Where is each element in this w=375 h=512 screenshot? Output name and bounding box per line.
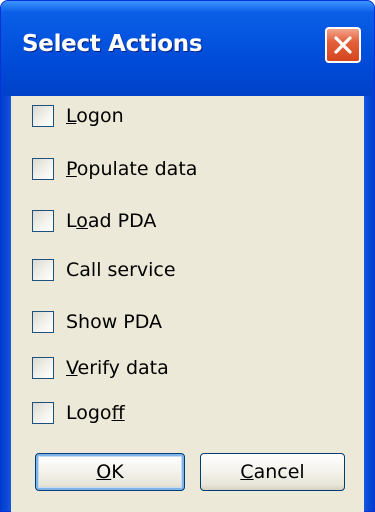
checkbox-box[interactable]	[32, 210, 54, 232]
checkbox-box[interactable]	[32, 259, 54, 281]
ok-button-label: OK	[96, 461, 124, 483]
checkbox-box[interactable]	[32, 311, 54, 333]
cancel-button[interactable]: Cancel	[200, 453, 345, 491]
checkbox-label-call-service: Call service	[66, 259, 176, 281]
cancel-button-label: Cancel	[240, 461, 305, 483]
checkbox-box[interactable]	[32, 158, 54, 180]
window-border-right	[364, 96, 374, 511]
checkbox-box[interactable]	[32, 357, 54, 379]
checkbox-label-populate-data: Populate data	[66, 158, 198, 180]
checkbox-label-logon: Logon	[66, 105, 124, 127]
checkbox-call-service[interactable]: Call service	[32, 255, 176, 285]
checkbox-label-verify-data: Verify data	[66, 357, 169, 379]
window-border-left	[1, 96, 11, 511]
checkbox-load-pda[interactable]: Load PDA	[32, 206, 156, 236]
checkbox-logoff[interactable]: Logoff	[32, 398, 125, 428]
checkbox-label-logoff: Logoff	[66, 402, 125, 424]
checkbox-populate-data[interactable]: Populate data	[32, 154, 197, 184]
dialog-title: Select Actions	[22, 31, 203, 57]
checkbox-label-show-pda: Show PDA	[66, 311, 163, 333]
checkbox-logon[interactable]: Logon	[32, 101, 124, 131]
title-bar[interactable]: Select Actions	[1, 1, 374, 96]
close-button[interactable]	[325, 27, 361, 63]
checkbox-label-load-pda: Load PDA	[66, 210, 157, 232]
checkbox-box[interactable]	[32, 105, 54, 127]
checkbox-show-pda[interactable]: Show PDA	[32, 307, 162, 337]
ok-button[interactable]: OK	[35, 453, 185, 491]
checkbox-verify-data[interactable]: Verify data	[32, 353, 169, 383]
checkbox-box[interactable]	[32, 402, 54, 424]
